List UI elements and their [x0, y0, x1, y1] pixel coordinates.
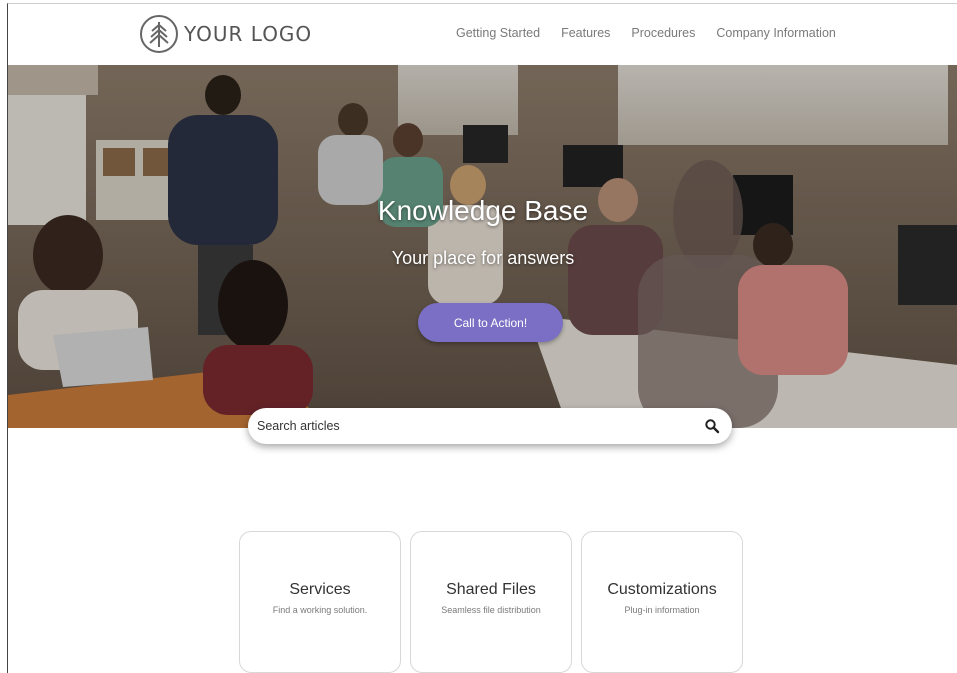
site-header: YOUR LOGO Getting Started Features Proce… — [8, 4, 957, 65]
card-description: Seamless file distribution — [441, 605, 541, 615]
logo-text: YOUR LOGO — [184, 22, 313, 46]
hero-background-image — [8, 65, 957, 428]
main-nav: Getting Started Features Procedures Comp… — [456, 26, 836, 40]
card-customizations[interactable]: Customizations Plug-in information — [581, 531, 743, 673]
logo-link[interactable]: YOUR LOGO — [139, 14, 312, 54]
nav-link-features[interactable]: Features — [561, 26, 610, 40]
card-title: Services — [289, 581, 351, 598]
card-description: Find a working solution. — [272, 605, 368, 615]
hero-title: Knowledge Base — [377, 195, 589, 226]
tree-logo-icon — [140, 15, 178, 53]
card-services[interactable]: Services Find a working solution. — [239, 531, 401, 673]
card-title: Customizations — [607, 581, 717, 598]
card-description: Plug-in information — [624, 605, 700, 615]
hero-banner: Knowledge Base Your place for answers Ca… — [8, 65, 957, 428]
hero-subtitle: Your place for answers — [391, 248, 575, 268]
nav-link-company-information[interactable]: Company Information — [716, 26, 836, 40]
card-shared-files[interactable]: Shared Files Seamless file distribution — [410, 531, 572, 673]
call-to-action-button[interactable]: Call to Action! — [418, 303, 563, 342]
search-bar — [248, 408, 732, 444]
category-cards: Services Find a working solution. Shared… — [239, 531, 743, 673]
search-input[interactable] — [257, 419, 687, 433]
search-icon[interactable] — [704, 418, 720, 434]
nav-link-getting-started[interactable]: Getting Started — [456, 26, 540, 40]
card-title: Shared Files — [446, 581, 536, 598]
page-frame: YOUR LOGO Getting Started Features Proce… — [7, 3, 957, 673]
nav-link-procedures[interactable]: Procedures — [631, 26, 695, 40]
